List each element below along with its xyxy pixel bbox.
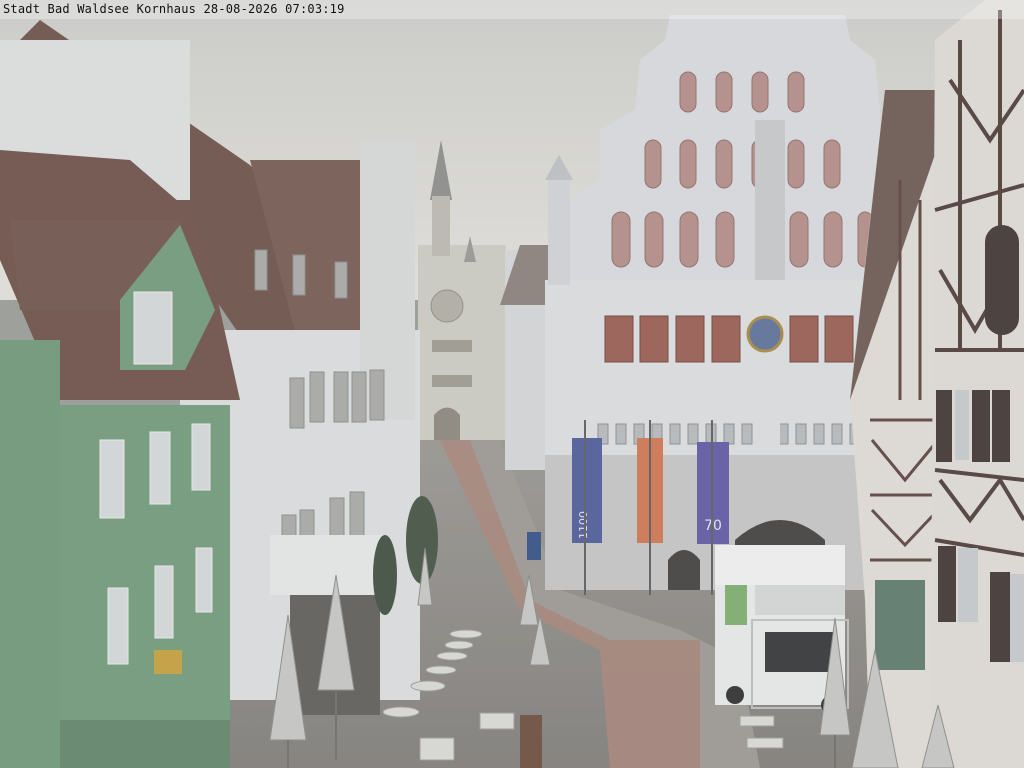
webcam-frame: 1100 70 [0, 0, 1024, 768]
timestamp-caption: Stadt Bad Waldsee Kornhaus 28-08-2026 07… [3, 2, 345, 16]
town-square-scene: 1100 70 [0, 0, 1024, 768]
